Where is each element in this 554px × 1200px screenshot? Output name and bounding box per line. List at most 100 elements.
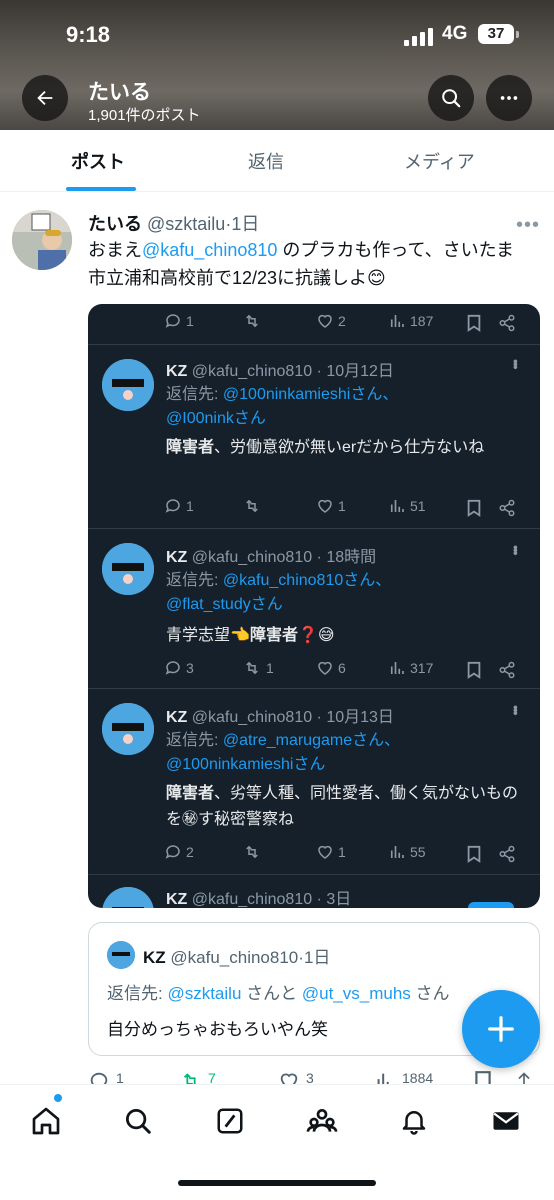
reply-to-mention: @atre_marugameさん、 xyxy=(222,732,401,749)
image-fab-peek xyxy=(468,902,514,908)
quote-header: KZ @kafu_chino810·1日 xyxy=(143,948,331,967)
share-icon xyxy=(499,499,515,517)
nav-messages[interactable] xyxy=(488,1103,524,1139)
retweet-action: 1 xyxy=(242,659,274,677)
quote-reply-label: 返信先: xyxy=(107,984,168,1003)
reply-text: 障害者、劣等人種、同性愛者、働く気がないものを㊙す秘密警察ね xyxy=(166,781,530,833)
reply-to-mention: @100ninkamieshiさん、 xyxy=(222,386,399,403)
reply-icon xyxy=(165,314,180,328)
bookmark-icon xyxy=(467,661,481,679)
avatar-photo xyxy=(102,703,154,755)
reply-icon xyxy=(165,661,180,675)
reply-header: KZ @kafu_chino810 · 18時間 xyxy=(166,549,377,566)
bookmark-icon xyxy=(467,845,481,863)
quote-reply-to: 返信先: @szktailu さんと @ut_vs_muhs さん xyxy=(107,979,450,1004)
quote-reply-mention[interactable]: @ut_vs_muhs xyxy=(302,984,411,1003)
reply-to-label: 返信先: xyxy=(166,572,223,589)
reply-count: 1 xyxy=(186,498,194,514)
tweet-author-handle[interactable]: @szktailu xyxy=(147,214,225,234)
share-icon[interactable] xyxy=(514,1070,534,1084)
tweet-more-button[interactable]: ••• xyxy=(516,214,540,237)
profile-tabs: ポスト 返信 メディア xyxy=(0,130,554,192)
views-icon xyxy=(390,846,404,858)
home-indicator xyxy=(178,1180,376,1186)
reply-author-handle: @kafu_chino810 xyxy=(191,709,313,726)
reply-to-mention: @I00ninkさん xyxy=(166,410,266,427)
reply-to-mention: @100ninkamieshiさん xyxy=(166,756,326,773)
bookmark-icon xyxy=(467,314,481,332)
more-options-button[interactable] xyxy=(486,75,532,121)
reply-actions-row: 2 1 55 xyxy=(88,843,540,867)
quote-text: 自分めっちゃおもろいやん笑 xyxy=(107,1020,328,1039)
tab-posts[interactable]: ポスト xyxy=(71,148,125,174)
search-icon xyxy=(442,89,461,108)
share-icon xyxy=(499,845,515,863)
views-action[interactable]: 1884 xyxy=(374,1070,433,1084)
avatar-photo xyxy=(107,941,135,969)
share-icon xyxy=(499,661,515,679)
like-count: 1 xyxy=(338,844,346,860)
reply-header: KZ @kafu_chino810 · 3日 xyxy=(166,891,352,908)
reply-author-handle: @kafu_chino810 xyxy=(191,363,313,380)
views-action: 55 xyxy=(388,843,426,861)
like-action: 2 xyxy=(316,312,346,330)
bookmark-icon[interactable] xyxy=(474,1070,492,1084)
tweet-text: おまえ@kafu_chino810 のプラカも作って、さいたま市立浦和高校前で1… xyxy=(88,236,528,292)
reply-count: 2 xyxy=(186,844,194,860)
reply-icon xyxy=(165,499,180,513)
tweet-text-part: おまえ xyxy=(88,240,142,260)
reply-author-name: KZ xyxy=(166,709,188,726)
bell-icon xyxy=(402,1111,426,1135)
back-button[interactable] xyxy=(22,75,68,121)
home-icon xyxy=(32,1107,60,1135)
attached-screenshot-image[interactable]: 1 2 187 KZ @kafu_chino810 · 10月12日 ••• 返… xyxy=(88,304,540,908)
avatar[interactable] xyxy=(12,210,72,270)
nav-home[interactable] xyxy=(28,1103,64,1139)
retweet-action[interactable]: 7 xyxy=(180,1070,216,1084)
quote-reply-mention[interactable]: @szktailu xyxy=(167,984,241,1003)
like-count: 6 xyxy=(338,660,346,676)
reply-action: 1 xyxy=(164,312,194,330)
active-tab-indicator xyxy=(66,187,136,191)
tweet-header: たいる @szktailu·1日 xyxy=(88,210,259,236)
communities-icon xyxy=(306,1109,338,1132)
reply-action: 1 xyxy=(164,497,194,515)
avatar-photo xyxy=(102,359,154,411)
like-action[interactable]: 3 xyxy=(278,1070,314,1084)
retweet-action xyxy=(242,843,262,861)
reply-text-pre: 青学志望👈 xyxy=(166,627,250,644)
nav-search[interactable] xyxy=(120,1103,156,1139)
grok-icon xyxy=(217,1108,243,1134)
reply-author-name: KZ xyxy=(166,891,188,908)
like-action: 6 xyxy=(316,659,346,677)
reply-to-line: 返信先: @100ninkamieshiさん、 @I00ninkさん xyxy=(166,383,526,431)
retweet-icon xyxy=(183,1073,196,1084)
reply-action[interactable]: 1 xyxy=(88,1070,124,1084)
avatar xyxy=(102,543,154,595)
status-time: 9:18 xyxy=(66,22,111,47)
reply-more-icon: ••• xyxy=(508,359,524,368)
avatar xyxy=(107,941,135,969)
retweet-action xyxy=(242,497,262,515)
tweet-mention[interactable]: @kafu_chino810 xyxy=(142,240,277,260)
views-action: 51 xyxy=(388,497,426,515)
network-type: 4G xyxy=(442,23,468,44)
plus-icon xyxy=(488,1016,514,1042)
tab-media[interactable]: メディア xyxy=(404,148,475,174)
views-count: 55 xyxy=(410,844,426,860)
arrow-left-icon xyxy=(37,90,53,106)
compose-post-button[interactable] xyxy=(462,990,540,1068)
reply-to-line: 返信先: @kafu_chino810さん、 @flat_studyさん xyxy=(166,569,526,617)
nav-communities[interactable] xyxy=(304,1103,340,1139)
reply-time: 10月12日 xyxy=(326,363,394,380)
search-button[interactable] xyxy=(428,75,474,121)
tab-replies[interactable]: 返信 xyxy=(248,148,284,174)
reply-action: 3 xyxy=(164,659,194,677)
reply-count: 1 xyxy=(186,313,194,329)
views-count: 187 xyxy=(410,313,434,329)
nav-notifications[interactable] xyxy=(396,1103,432,1139)
retweet-icon xyxy=(246,314,258,328)
tweet-author-name[interactable]: たいる xyxy=(88,214,142,234)
nav-grok[interactable] xyxy=(212,1103,248,1139)
quoted-reply: KZ @kafu_chino810 · 18時間 ••• 返信先: @kafu_… xyxy=(88,528,540,688)
